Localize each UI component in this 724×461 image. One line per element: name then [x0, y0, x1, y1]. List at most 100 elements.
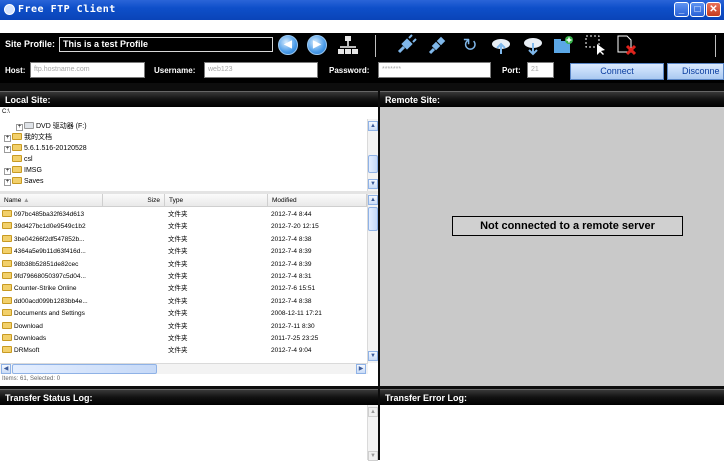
sort-asc-icon: ▲ [23, 197, 30, 204]
connect-button[interactable]: Connect [570, 63, 664, 80]
window-title: Free FTP Client [18, 4, 116, 15]
transfer-status-log-header: Transfer Status Log: [0, 389, 378, 405]
file-row[interactable]: dd00acd099b1283bb4e... 文件夹 2012-7-4 8:38 [0, 296, 367, 308]
file-row[interactable]: 4364a5e9b11d63f416d... 文件夹 2012-7-4 8:39 [0, 246, 367, 258]
expand-icon[interactable]: + [4, 179, 11, 186]
file-row[interactable]: Counter-Strike Online 文件夹 2012-7-6 15:51 [0, 283, 367, 295]
folder-icon [12, 177, 22, 184]
tree-item-label: DVD 驱动器 (F:) [36, 123, 87, 130]
local-folder-tree: + DVD 驱动器 (F:) + 我的文档 +5.6.1.516-20120528 … [0, 119, 367, 191]
local-path: C:\ [2, 109, 10, 115]
site-profile-label: Site Profile: [5, 39, 56, 49]
column-modified[interactable]: Modified [268, 194, 367, 207]
toolbar-separator [715, 35, 716, 57]
tree-item[interactable]: csl [4, 155, 33, 165]
transfer-status-log[interactable] [0, 405, 367, 460]
status-log-scrollbar[interactable]: ▲ ▼ [367, 405, 378, 461]
folder-icon [2, 222, 12, 230]
disconnect-plug-icon[interactable] [427, 34, 449, 56]
folder-icon [2, 346, 12, 354]
local-status: Items: 61, Selected: 0 [2, 376, 61, 382]
scroll-down-icon[interactable]: ▼ [368, 179, 378, 189]
tree-item-label: csl [24, 156, 33, 163]
scroll-right-icon[interactable]: ▶ [356, 364, 366, 374]
forward-icon[interactable]: ▶ [307, 35, 327, 55]
tree-item[interactable]: + Saves [4, 177, 43, 187]
file-row[interactable]: Documents and Settings 文件夹 2008-12-11 17:2… [0, 308, 367, 320]
folder-icon [12, 133, 22, 140]
scroll-thumb[interactable] [12, 364, 157, 374]
tree-item[interactable]: +5.6.1.516-20120528 [4, 144, 87, 154]
password-label: Password: [329, 66, 370, 75]
tree-item-label: 5.6.1.516-20120528 [24, 145, 87, 152]
file-row[interactable]: Downloads 文件夹 2011-7-25 23:25 [0, 333, 367, 345]
scroll-thumb[interactable] [368, 155, 378, 173]
network-icon[interactable] [337, 34, 359, 56]
folder-icon [12, 144, 22, 151]
file-row[interactable]: 097bc485ba32f634d613 文件夹 2012-7-4 8:44 [0, 209, 367, 221]
username-label: Username: [154, 66, 196, 75]
tree-item[interactable]: + IMSG [4, 166, 42, 176]
divider [0, 83, 724, 91]
file-row[interactable]: Download 文件夹 2012-7-11 8:30 [0, 321, 367, 333]
port-input[interactable]: 21 [527, 62, 554, 78]
tree-scrollbar[interactable]: ▲ ▼ [367, 119, 378, 191]
file-list: 097bc485ba32f634d613 文件夹 2012-7-4 8:44 39d… [0, 207, 367, 362]
file-row[interactable]: 98b38b52851de82cec 文件夹 2012-7-4 8:39 [0, 259, 367, 271]
scroll-thumb[interactable] [368, 207, 378, 231]
new-folder-icon[interactable] [552, 34, 574, 56]
folder-icon [12, 155, 22, 162]
folder-icon [2, 309, 12, 317]
tree-item[interactable]: + 我的文档 [4, 133, 52, 143]
download-cloud-icon[interactable] [522, 34, 544, 56]
host-input[interactable]: ftp.hostname.com [30, 62, 145, 78]
expand-icon[interactable]: + [16, 124, 23, 131]
minimize-button[interactable]: _ [674, 2, 689, 17]
remote-file-pane [380, 107, 724, 387]
file-list-scrollbar[interactable]: ▲ ▼ [367, 194, 378, 363]
scroll-down-icon[interactable]: ▼ [368, 351, 378, 361]
delete-icon[interactable] [615, 34, 637, 56]
not-connected-message: Not connected to a remote server [452, 216, 683, 236]
folder-icon [2, 259, 12, 267]
expand-icon[interactable]: + [4, 135, 11, 142]
column-name[interactable]: Name ▲ [0, 194, 103, 207]
disconnect-button[interactable]: Disconne [667, 63, 724, 80]
scroll-up-icon[interactable]: ▲ [368, 407, 378, 417]
back-icon[interactable]: ◀ [278, 35, 298, 55]
maximize-button[interactable]: □ [690, 2, 705, 17]
folder-icon [2, 247, 12, 255]
folder-icon [2, 296, 12, 304]
file-row[interactable]: DRMsoft 文件夹 2012-7-4 9:04 [0, 345, 367, 357]
connect-plug-icon[interactable] [395, 34, 417, 56]
folder-icon [2, 284, 12, 292]
tree-item-label: 我的文档 [24, 134, 52, 141]
username-input[interactable]: web123 [204, 62, 318, 78]
scroll-up-icon[interactable]: ▲ [368, 121, 378, 131]
refresh-icon[interactable]: ↻ [459, 34, 481, 56]
file-row[interactable]: 39d427bc1d0e9549c1b2 文件夹 2012-7-20 12:15 [0, 221, 367, 233]
password-input[interactable]: ******* [378, 62, 491, 78]
tree-item[interactable]: + DVD 驱动器 (F:) [4, 122, 87, 132]
upload-cloud-icon[interactable] [490, 34, 512, 56]
port-label: Port: [502, 66, 521, 75]
column-size[interactable]: Size [103, 194, 165, 207]
transfer-error-log-header: Transfer Error Log: [380, 389, 724, 405]
expand-icon[interactable]: + [4, 146, 11, 153]
close-button[interactable]: ✕ [706, 2, 721, 17]
folder-icon [2, 234, 12, 242]
expand-icon[interactable]: + [4, 168, 11, 175]
column-type[interactable]: Type [165, 194, 268, 207]
file-row[interactable]: 3be04266f2df547852b... 文件夹 2012-7-4 8:38 [0, 234, 367, 246]
local-site-header: Local Site: [0, 91, 378, 107]
scroll-left-icon[interactable]: ◀ [1, 364, 11, 374]
file-list-hscrollbar[interactable]: ◀ ▶ [0, 363, 368, 374]
tree-item-label: Saves [24, 178, 44, 185]
scroll-up-icon[interactable]: ▲ [368, 195, 378, 205]
site-profile-select[interactable]: This is a test Profile [59, 37, 273, 52]
host-label: Host: [5, 66, 26, 75]
transfer-error-log[interactable] [380, 405, 724, 460]
folder-icon [2, 210, 12, 217]
select-icon[interactable] [585, 34, 607, 56]
file-row[interactable]: 9fd79668050397c5d04... 文件夹 2012-7-4 8:31 [0, 271, 367, 283]
